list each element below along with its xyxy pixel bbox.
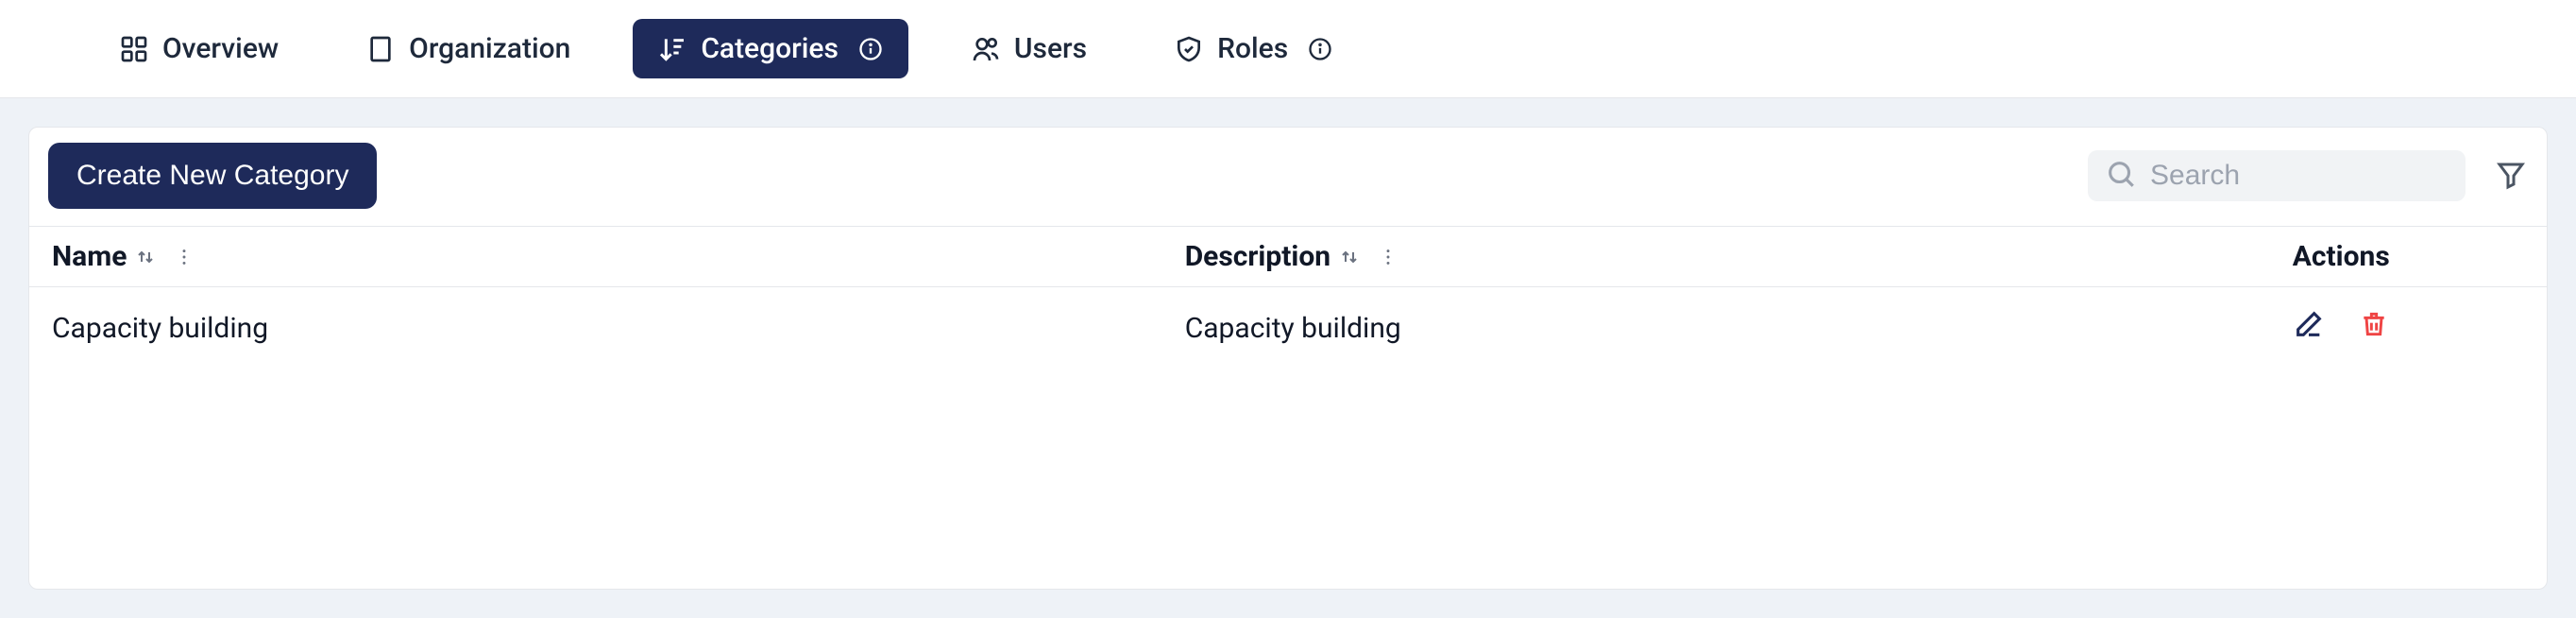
column-menu-icon[interactable] (1378, 247, 1398, 267)
trash-icon[interactable] (2359, 309, 2389, 347)
panel-toolbar: Create New Category (29, 137, 2547, 226)
column-label: Name (52, 240, 127, 273)
nav-label-users: Users (1014, 32, 1087, 65)
grid-icon (119, 34, 149, 64)
building-icon (365, 34, 396, 64)
filter-button[interactable] (2494, 159, 2528, 193)
column-label: Actions (2293, 240, 2390, 273)
categories-table: Name (29, 226, 2547, 369)
nav-label-overview: Overview (162, 32, 279, 65)
nav-item-roles[interactable]: Roles (1149, 19, 1358, 78)
nav-label-roles: Roles (1217, 32, 1288, 65)
top-nav: Overview Organization Categories (0, 0, 2576, 98)
column-header-name[interactable]: Name (29, 227, 1162, 287)
column-label: Description (1185, 240, 1330, 273)
info-icon[interactable] (1307, 36, 1333, 62)
categories-panel: Create New Category (28, 127, 2548, 590)
create-category-button[interactable]: Create New Category (48, 143, 377, 209)
cell-description: Capacity building (1162, 287, 2270, 369)
users-icon (971, 34, 1001, 64)
nav-item-users[interactable]: Users (946, 19, 1111, 78)
column-header-actions: Actions (2270, 227, 2547, 287)
table-row: Capacity building Capacity building (29, 287, 2547, 369)
table-header-row: Name (29, 227, 2547, 287)
nav-item-categories[interactable]: Categories (633, 19, 908, 78)
search-input[interactable] (2150, 160, 2449, 192)
search-icon (2105, 158, 2137, 194)
cell-name: Capacity building (29, 287, 1162, 369)
toolbar-right (2088, 150, 2528, 201)
nav-label-categories: Categories (701, 32, 839, 65)
sort-icon (657, 34, 687, 64)
edit-icon[interactable] (2293, 308, 2325, 348)
sort-arrows-icon[interactable] (134, 246, 157, 268)
column-header-description[interactable]: Description (1162, 227, 2270, 287)
shield-check-icon (1174, 34, 1204, 64)
nav-item-overview[interactable]: Overview (94, 19, 303, 78)
sort-arrows-icon[interactable] (1338, 246, 1361, 268)
nav-label-organization: Organization (409, 32, 570, 65)
page-background: Create New Category (0, 98, 2576, 618)
cell-actions (2270, 287, 2547, 369)
search-box[interactable] (2088, 150, 2466, 201)
nav-item-organization[interactable]: Organization (341, 19, 595, 78)
column-menu-icon[interactable] (174, 247, 195, 267)
info-icon[interactable] (857, 36, 884, 62)
